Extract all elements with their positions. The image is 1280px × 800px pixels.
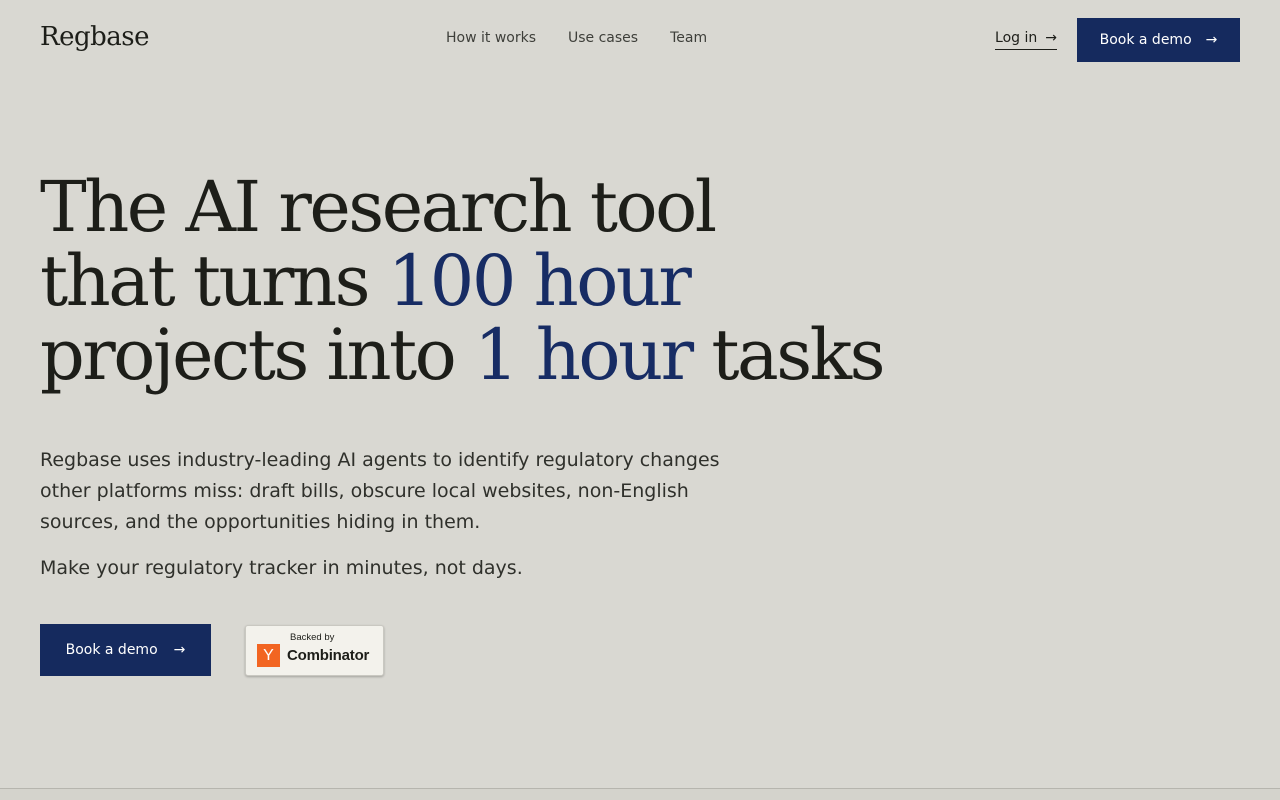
y-combinator-logo-icon: Y: [257, 643, 280, 667]
hero-book-demo-button[interactable]: Book a demo →: [40, 624, 211, 676]
header-book-demo-button[interactable]: Book a demo →: [1077, 18, 1240, 62]
hero-title-accent-1-hour: 1 hour: [474, 314, 694, 396]
main-nav: How it works Use cases Team: [446, 30, 707, 46]
header-actions: Log in → Book a demo →: [995, 18, 1240, 62]
hero-title-line-1: The AI research tool: [40, 166, 717, 248]
hero-title-line-3: projects into 1 hour tasks: [40, 318, 1040, 392]
badge-combinator-text: Combinator: [287, 646, 370, 664]
nav-link-use-cases[interactable]: Use cases: [568, 30, 638, 46]
hero-title: The AI research tool that turns 100 hour…: [40, 170, 1040, 392]
login-link[interactable]: Log in →: [995, 30, 1057, 50]
arrow-right-icon: →: [173, 642, 186, 658]
header-book-demo-label: Book a demo: [1099, 32, 1192, 48]
hero-book-demo-label: Book a demo: [65, 642, 158, 658]
hero-title-accent-100-hour: 100 hour: [387, 240, 692, 322]
nav-link-how-it-works[interactable]: How it works: [446, 30, 536, 46]
landing-page: Regbase How it works Use cases Team Log …: [0, 0, 1280, 800]
hero-title-line-3-prefix: projects into: [40, 314, 475, 396]
nav-link-team[interactable]: Team: [670, 30, 707, 46]
yc-backed-badge[interactable]: Backed by Y Combinator: [245, 624, 384, 676]
login-label: Log in: [995, 30, 1038, 46]
hero-subline: Make your regulatory tracker in minutes,…: [40, 557, 523, 579]
cta-row: Book a demo → Backed by Y Combinator: [40, 624, 384, 676]
hero-description: Regbase uses industry-leading AI agents …: [40, 449, 720, 533]
arrow-right-icon: →: [1205, 32, 1218, 48]
hero-title-line-2-prefix: that turns: [40, 240, 388, 322]
logo[interactable]: Regbase: [40, 22, 149, 52]
hero-title-line-2: that turns 100 hour: [40, 244, 1040, 318]
hero-title-line-3-suffix: tasks: [691, 314, 885, 396]
site-header: Regbase How it works Use cases Team Log …: [40, 18, 1240, 62]
badge-backed-by-text: Backed by: [290, 631, 335, 643]
arrow-right-icon: →: [1045, 30, 1057, 46]
next-section-edge: [0, 789, 1280, 800]
